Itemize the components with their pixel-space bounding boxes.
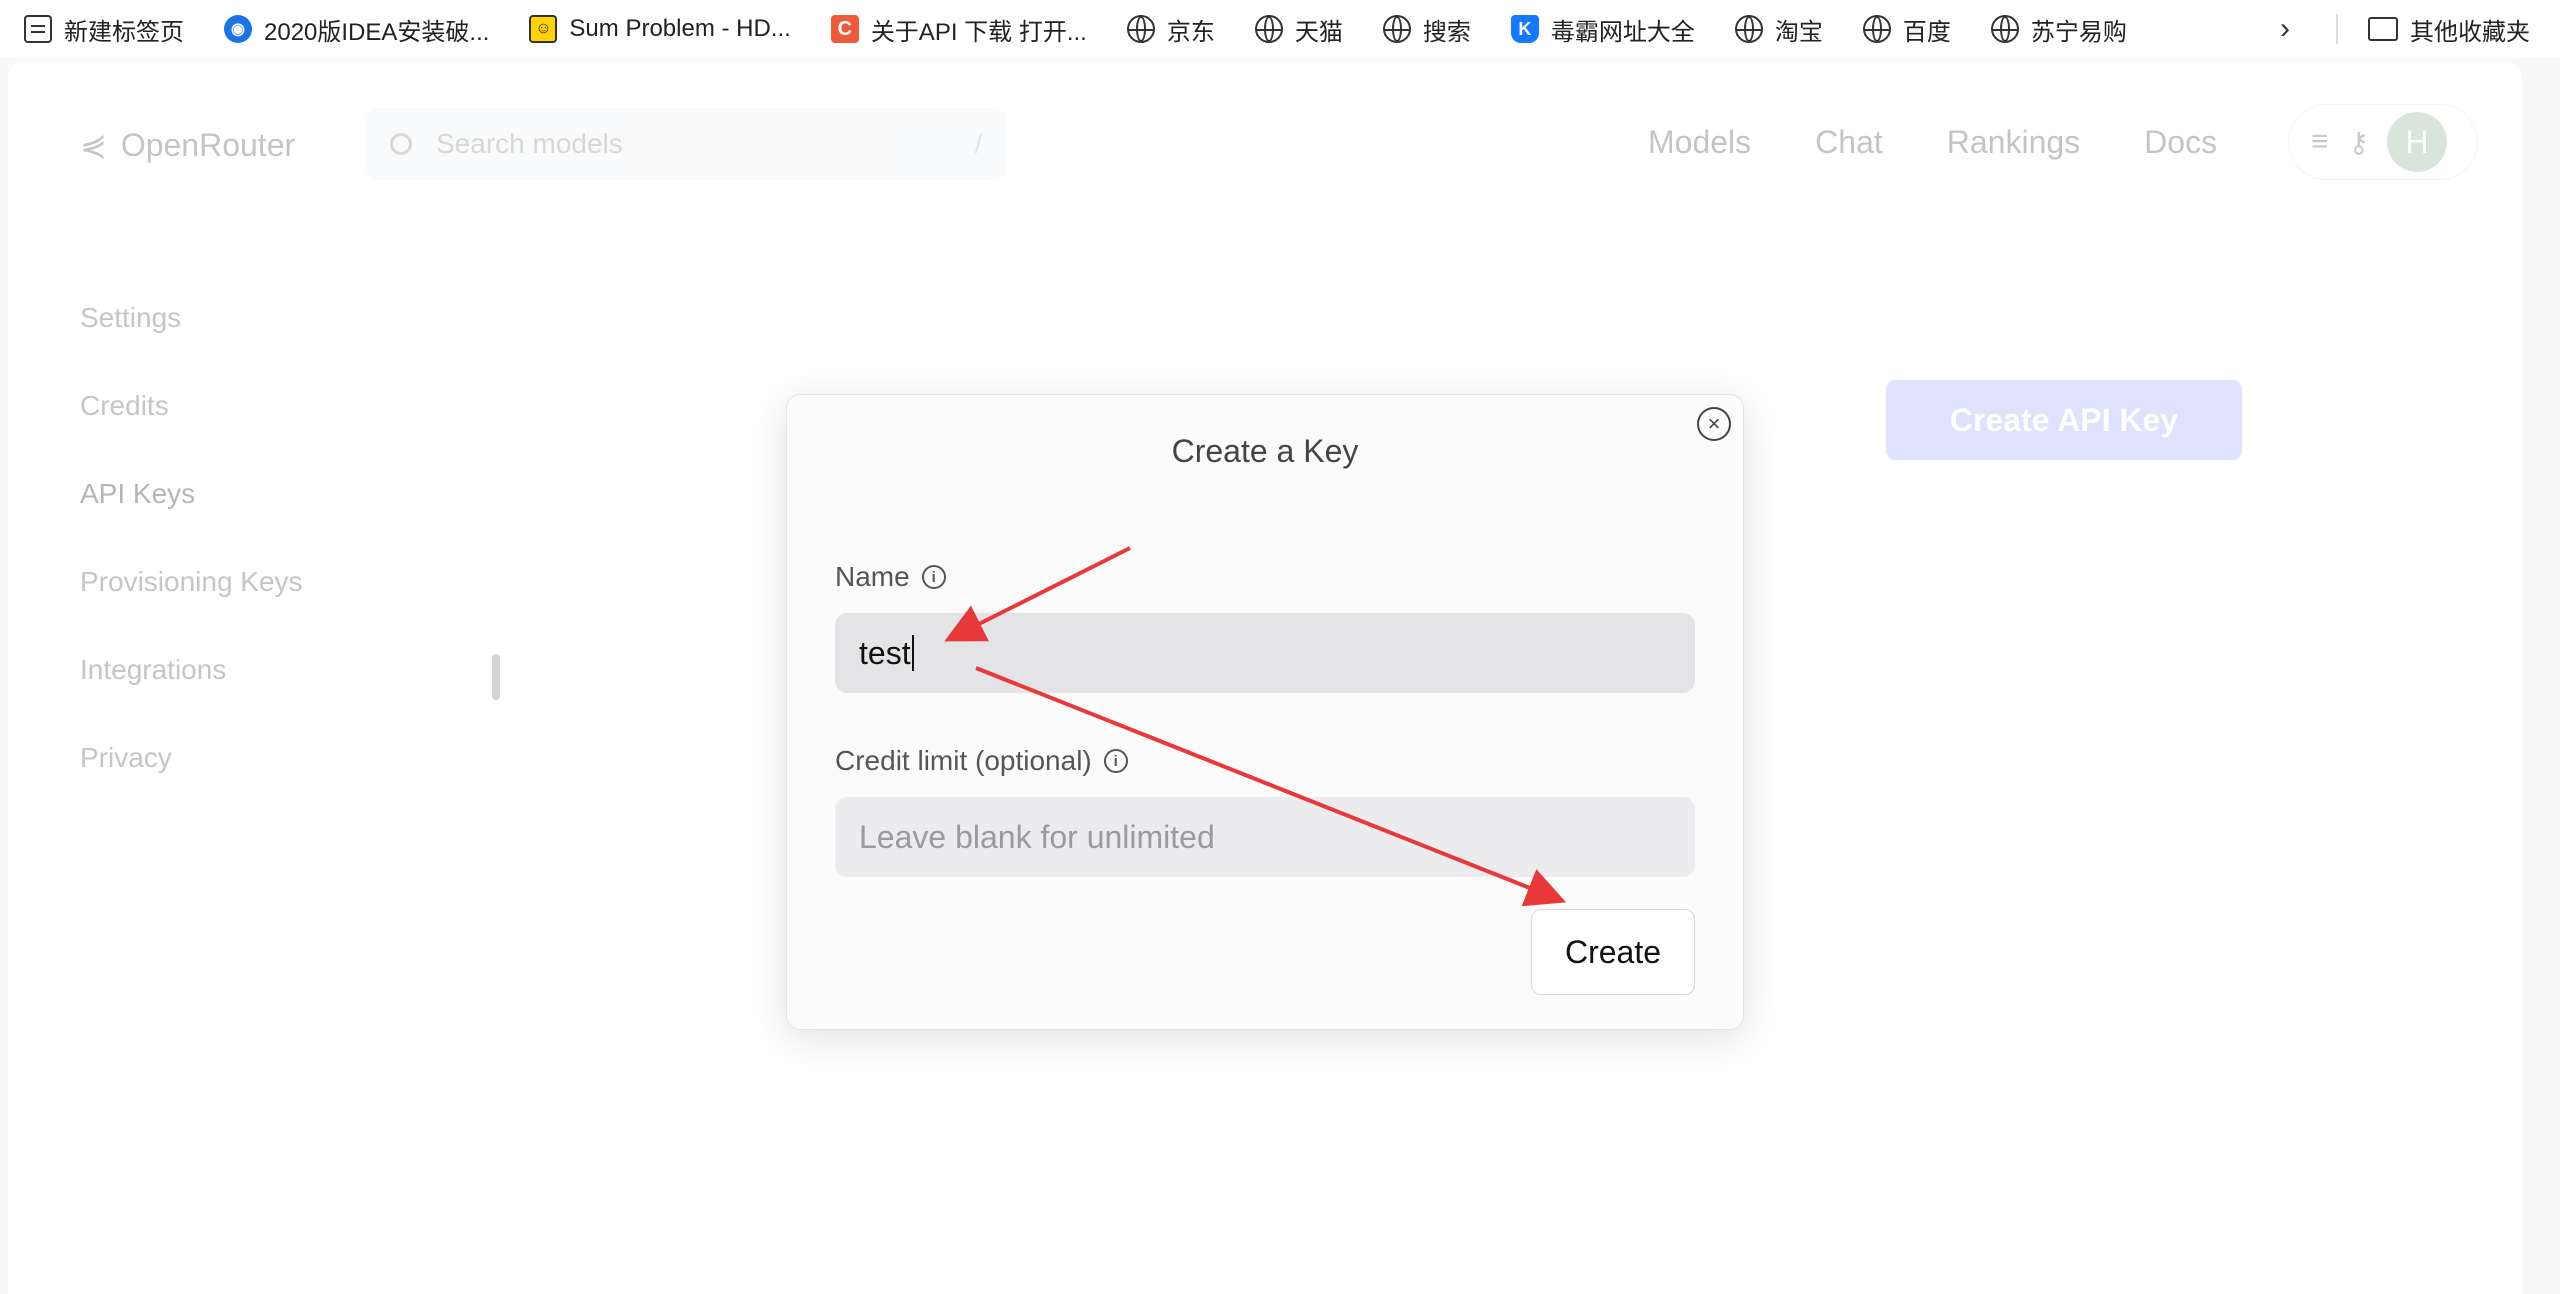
annotation-arrows: [944, 546, 1567, 907]
annotation-arrow-to-name: [944, 546, 1131, 642]
annotation-arrow-to-create: [975, 666, 1567, 907]
